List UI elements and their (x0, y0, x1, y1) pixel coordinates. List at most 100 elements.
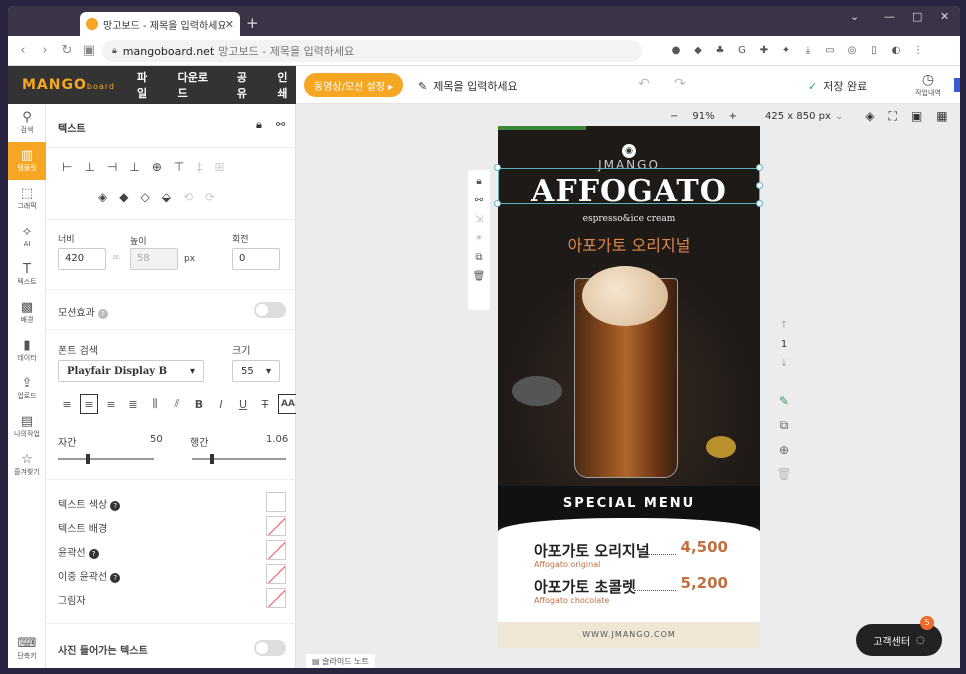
underline-icon[interactable]: U (234, 394, 252, 414)
grid-view-icon[interactable]: ▦ (936, 109, 947, 123)
resize-handle[interactable] (756, 164, 763, 171)
design-page[interactable]: ◉ JMANGO AFFOGATO espresso&ice cream 아포가… (498, 126, 760, 648)
shield-icon[interactable]: ◆ (690, 42, 706, 58)
letter-spacing-slider[interactable] (58, 458, 154, 460)
forward-icon[interactable]: › (34, 43, 56, 58)
mangoboard-logo[interactable]: MANGOboard (22, 77, 115, 93)
bold-icon[interactable]: B (190, 394, 208, 414)
rail-item-search[interactable]: ⚲ 검색 (8, 104, 46, 142)
resize-handle[interactable] (494, 164, 501, 171)
text-align-left-icon[interactable]: ≡ (58, 394, 76, 414)
uppercase-icon[interactable]: AA (278, 394, 298, 414)
design-subtitle-text[interactable]: espresso&ice cream (498, 214, 760, 224)
slide-note-tab[interactable]: ▤ 슬라이드 노트 (306, 654, 375, 668)
menu-item-name[interactable]: 아포가토 초콜렛 (534, 576, 636, 597)
text-color-swatch[interactable] (266, 492, 286, 512)
align-right-icon[interactable]: ⊣ (107, 160, 117, 174)
rail-item-ai[interactable]: ✧ AI (8, 218, 46, 256)
rail-item-favorite[interactable]: ☆ 즐겨찾기 (8, 446, 46, 484)
delete-page-icon[interactable]: 🗑︎ (776, 467, 791, 481)
lock-icon[interactable]: 🔒︎ (476, 176, 481, 187)
link-icon[interactable]: ∞ (112, 252, 120, 263)
page-down-icon[interactable]: ↓ (780, 358, 788, 369)
sidebar-icon[interactable]: ▯ (866, 42, 882, 58)
menu-item-name[interactable]: 아포가토 오리지널 (534, 540, 650, 561)
rail-item-upload[interactable]: ⇪ 업로드 (8, 370, 46, 408)
side-tab-marker[interactable] (954, 78, 960, 92)
resize-handle[interactable] (756, 200, 763, 207)
italic-icon[interactable]: I (212, 394, 230, 414)
line-height-knob[interactable] (210, 454, 214, 464)
line-height-slider[interactable] (192, 458, 286, 460)
menu-file[interactable]: 파일 (137, 69, 156, 101)
copy-icon[interactable]: ⧉ (475, 252, 482, 263)
extension-icon[interactable]: ♣ (712, 42, 728, 58)
close-window-button[interactable]: ✕ (940, 10, 949, 23)
rotate-input[interactable]: 0 (232, 248, 280, 270)
redo-icon[interactable]: ↷ (674, 76, 686, 92)
undo-icon[interactable]: ↶ (638, 76, 650, 92)
menu-item-price[interactable]: 4,500 (681, 538, 728, 556)
unlink-icon[interactable]: ⚯ (475, 195, 483, 206)
translate-icon[interactable]: G (734, 42, 750, 58)
text-bg-swatch[interactable] (266, 516, 286, 536)
page-up-icon[interactable]: ↑ (780, 320, 788, 331)
add-page-icon[interactable]: ⊕ (779, 443, 789, 457)
affogato-photo[interactable] (498, 256, 760, 506)
zoom-in-button[interactable]: + (729, 111, 737, 122)
menu-print[interactable]: 인쇄 (277, 69, 296, 101)
font-size-select[interactable]: 55 ▾ (232, 360, 280, 382)
menu-item-price[interactable]: 5,200 (681, 574, 728, 592)
rail-item-background[interactable]: ▩ 배경 (8, 294, 46, 332)
document-title-input[interactable]: ✎ 제목을 입력하세요 (418, 78, 518, 94)
menu-share[interactable]: 공유 (237, 69, 256, 101)
menu-item-english[interactable]: Affogato chocolate (534, 596, 609, 605)
reader-icon[interactable]: ▣ (78, 43, 100, 58)
unlink-icon[interactable]: ⚯ (276, 118, 285, 131)
align-top-icon[interactable]: ⊤ (174, 160, 184, 174)
cast-icon[interactable]: ▭ (822, 42, 838, 58)
bring-forward-icon[interactable]: ◆ (119, 190, 128, 204)
text-justify-icon[interactable]: ≣ (124, 394, 142, 414)
effect-icon[interactable]: ✶ (475, 233, 483, 244)
tab-close-icon[interactable]: ✕ (225, 18, 234, 31)
minimize-button[interactable]: — (884, 10, 895, 23)
menu-download[interactable]: 다운로드 (178, 69, 215, 101)
profile-icon[interactable]: ◐ (888, 42, 904, 58)
photo-text-toggle[interactable] (254, 640, 286, 656)
more-icon[interactable]: ⋮ (910, 42, 926, 58)
maximize-button[interactable]: □ (912, 10, 922, 23)
design-footer[interactable]: WWW.JMANGO.COM (498, 622, 760, 648)
vertical-text-2-icon[interactable]: ⫽ (168, 394, 186, 414)
bring-front-icon[interactable]: ◈ (98, 190, 107, 204)
canvas-workspace[interactable]: − 91% + 425 x 850 px ⌄ ◈ ⛶ ▣ ▦ 🔒︎ ⚯ ⇲ ✶ … (296, 104, 960, 668)
vertical-text-icon[interactable]: ⫼ (146, 394, 164, 414)
browser-tab[interactable]: 망고보드 - 제목을 입력하세요 ✕ (80, 12, 240, 36)
menu-item-english[interactable]: Affogato original (534, 560, 600, 569)
letter-spacing-knob[interactable] (86, 454, 90, 464)
zoom-value[interactable]: 91% (692, 111, 714, 122)
resize-handle[interactable] (756, 182, 763, 189)
align-left-icon[interactable]: ⊢ (62, 160, 72, 174)
distribute-horizontal-icon[interactable]: ⊞ (214, 160, 224, 174)
motion-toggle[interactable] (254, 302, 286, 318)
brand-logo-icon[interactable]: ◉ (622, 144, 636, 158)
height-input[interactable]: 58 (130, 248, 178, 270)
shadow-swatch[interactable] (266, 588, 286, 608)
history-button[interactable]: ◷ 작업내역 (908, 72, 948, 98)
design-korean-title[interactable]: 아포가토 오리지널 (498, 232, 760, 256)
flip-icon[interactable]: ⟲ (183, 190, 193, 204)
outline-swatch[interactable] (266, 540, 286, 560)
url-input[interactable]: 🔒︎ mangoboard.net 망고보드 - 제목을 입력하세요 (102, 40, 642, 62)
send-backward-icon[interactable]: ◇ (140, 190, 149, 204)
layers-icon[interactable]: ◈ (865, 109, 874, 123)
chevron-down-icon[interactable]: ⌄ (835, 111, 843, 122)
rotate-icon[interactable]: ⟳ (205, 190, 215, 204)
back-icon[interactable]: ‹ (12, 43, 34, 58)
rail-item-data[interactable]: ▮ 데이터 (8, 332, 46, 370)
puzzle-icon[interactable]: ✚ (756, 42, 772, 58)
extensions-icon[interactable]: ✦ (778, 42, 794, 58)
fit-screen-icon[interactable]: ⛶ (889, 109, 897, 124)
color-picker-icon[interactable]: ✎ (779, 394, 789, 408)
align-bottom-icon[interactable]: ⊥ (129, 160, 139, 174)
